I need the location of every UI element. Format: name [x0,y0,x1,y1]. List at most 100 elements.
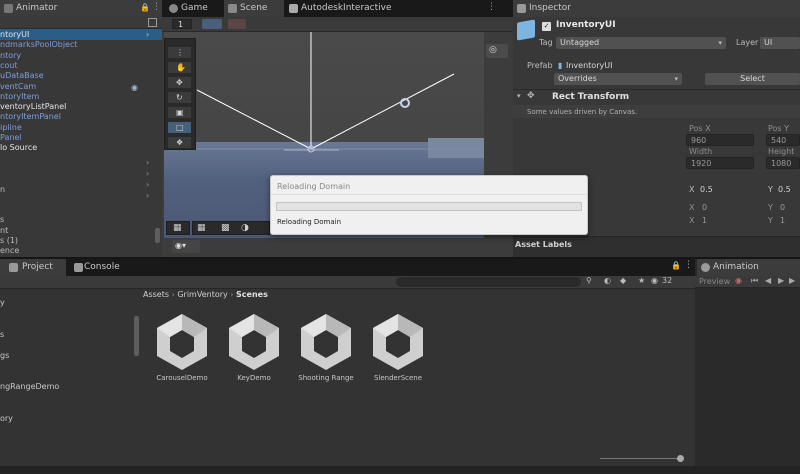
chevron-right-icon[interactable]: › [146,158,149,167]
transform-tool-button[interactable]: ❖ [167,136,192,149]
folder-tree-item[interactable]: ory [0,413,13,424]
project-tree-scrollbar[interactable] [134,316,139,356]
tag-dropdown[interactable]: Untagged ▾ [556,37,726,49]
first-frame-icon[interactable]: ⏮ [751,276,758,286]
tab-console[interactable]: Console [68,259,138,276]
folder-tree-item[interactable]: ngRangeDemo [0,381,59,392]
snap-icon[interactable]: ▩ [221,223,230,233]
scale-tool-button[interactable]: ▣ [167,106,192,119]
select-button[interactable]: Select [705,73,800,85]
prefab-value[interactable]: InventoryUI [566,61,612,70]
rotate-tool-button[interactable]: ↻ [167,91,192,104]
material-icon [289,4,298,13]
lock-icon[interactable]: 🔒 [140,3,150,12]
breadcrumb-item[interactable]: Scenes [236,290,268,299]
type-filter-icon[interactable]: ◐ [604,276,611,285]
scene-view-number[interactable]: 1 [172,19,192,29]
scene-more-options-icon[interactable]: ⋮ [487,2,496,12]
animation-toolbar: Preview ◉ ⏮ ◀ ▶ ▶ [695,276,800,288]
tab-inspector[interactable]: Inspector [513,0,800,17]
rot-y-label: Y [768,203,773,212]
width-field[interactable]: 1920 [686,157,754,169]
folder-tree-item[interactable]: s [0,329,4,340]
select-label: Select [740,74,765,83]
preview-toggle[interactable]: Preview [699,277,730,286]
gizmo-dropdown[interactable] [228,19,246,29]
hand-icon: ✋ [176,63,186,72]
pos-x-field[interactable]: 960 [686,134,754,146]
hierarchy-scrollbar[interactable] [155,228,160,243]
camera-dropdown[interactable]: ◉▾ [172,240,200,253]
rot-x-label: X [689,203,695,212]
overrides-dropdown[interactable]: Overrides ▾ [554,73,682,85]
view-tool-button[interactable]: ⋮ [167,46,192,59]
scale-x-field[interactable]: 1 [698,215,754,227]
next-frame-icon[interactable]: ▶ [789,276,795,285]
scene-asset[interactable]: Shooting Range [291,312,361,382]
scene-asset[interactable]: KeyDemo [219,312,289,382]
record-icon[interactable]: ◉ [735,276,742,285]
label-filter-icon[interactable]: ◆ [620,276,626,285]
transform-icon: ❖ [176,138,184,147]
scene-asset[interactable]: SlenderScene [363,312,433,382]
project-search-input[interactable] [396,277,581,287]
chevron-right-icon[interactable]: › [146,30,149,39]
folder-tree-item[interactable]: y [0,297,5,308]
scene-toolbar: 1 [162,17,513,32]
layer-value: UI [764,38,773,47]
height-field[interactable]: 1080 [766,157,800,169]
rot-x-field[interactable]: 0 [698,202,754,214]
lock-icon[interactable]: 🔒 [671,261,681,270]
prev-frame-icon[interactable]: ◀ [765,276,771,285]
object-name-field[interactable]: InventoryUI [556,20,616,30]
rot-y-field[interactable]: 0 [776,202,800,214]
tab-animation[interactable]: Animation [697,259,800,276]
scene-asset[interactable]: CarouselDemo [147,312,217,382]
layer-label: Layer [736,38,759,47]
unity-scene-icon [301,314,351,370]
asset-labels-header[interactable]: Asset Labels [515,240,572,249]
breadcrumb-item[interactable]: GrimVentory [177,290,227,299]
hand-tool-button[interactable]: ✋ [167,61,192,74]
tab-game[interactable]: Game [165,0,222,17]
chevron-right-icon[interactable]: › [146,180,149,189]
tab-project[interactable]: Project [0,259,66,276]
chevron-right-icon[interactable]: › [146,191,149,200]
expand-icon[interactable] [148,18,157,27]
light-gizmo-icon[interactable] [400,98,410,108]
icon-size-slider[interactable] [600,458,680,459]
icon-size-slider-handle[interactable] [677,455,684,462]
rect-transform-header[interactable]: Rect Transform [552,92,629,102]
pivot-y-field[interactable]: 0.5 [774,184,800,196]
layer-dropdown[interactable]: UI [760,37,800,49]
toggle-icon[interactable]: ◑ [241,223,249,233]
search-filter-icon[interactable]: ⚲ [586,276,592,285]
move-tool-button[interactable]: ✥ [167,76,192,89]
breadcrumb-item[interactable]: Assets [143,290,169,299]
active-checkbox[interactable]: ✓ [542,22,551,31]
scene-orientation-button[interactable]: ◎ [486,44,508,58]
more-options-icon[interactable]: ⋮ [152,2,161,12]
play-icon[interactable]: ▶ [778,276,784,285]
height-label: Height [768,147,795,156]
hierarchy-list: ntoryUI ndmarksPoolObject ntory cout uDataBa… [0,29,162,257]
grid-icon[interactable]: ▦ [197,223,206,233]
foldout-arrow-icon[interactable]: ▾ [517,92,521,100]
grid-overlay-button[interactable]: ▦ [166,221,190,235]
tab-game-label: Game [181,3,208,13]
info-icon [517,4,526,13]
favorite-icon[interactable]: ★ [638,276,645,285]
draw-mode-dropdown[interactable] [202,19,222,29]
folder-tree-item[interactable]: gs [0,350,9,361]
pivot-x-field[interactable]: 0.5 [696,184,754,196]
tab-autodesk[interactable]: AutodeskInteractive [285,0,410,17]
chevron-right-icon[interactable]: › [146,169,149,178]
more-options-icon[interactable]: ⋮ [684,260,693,270]
hierarchy-item[interactable]: ence [0,245,140,256]
rect-tool-button[interactable]: □ [167,121,192,134]
tab-animator[interactable]: Animator [0,0,162,17]
scale-y-field[interactable]: 1 [776,215,800,227]
pos-y-field[interactable]: 540 [766,134,800,146]
tab-scene[interactable]: Scene [224,0,284,17]
tag-value: Untagged [560,38,600,47]
